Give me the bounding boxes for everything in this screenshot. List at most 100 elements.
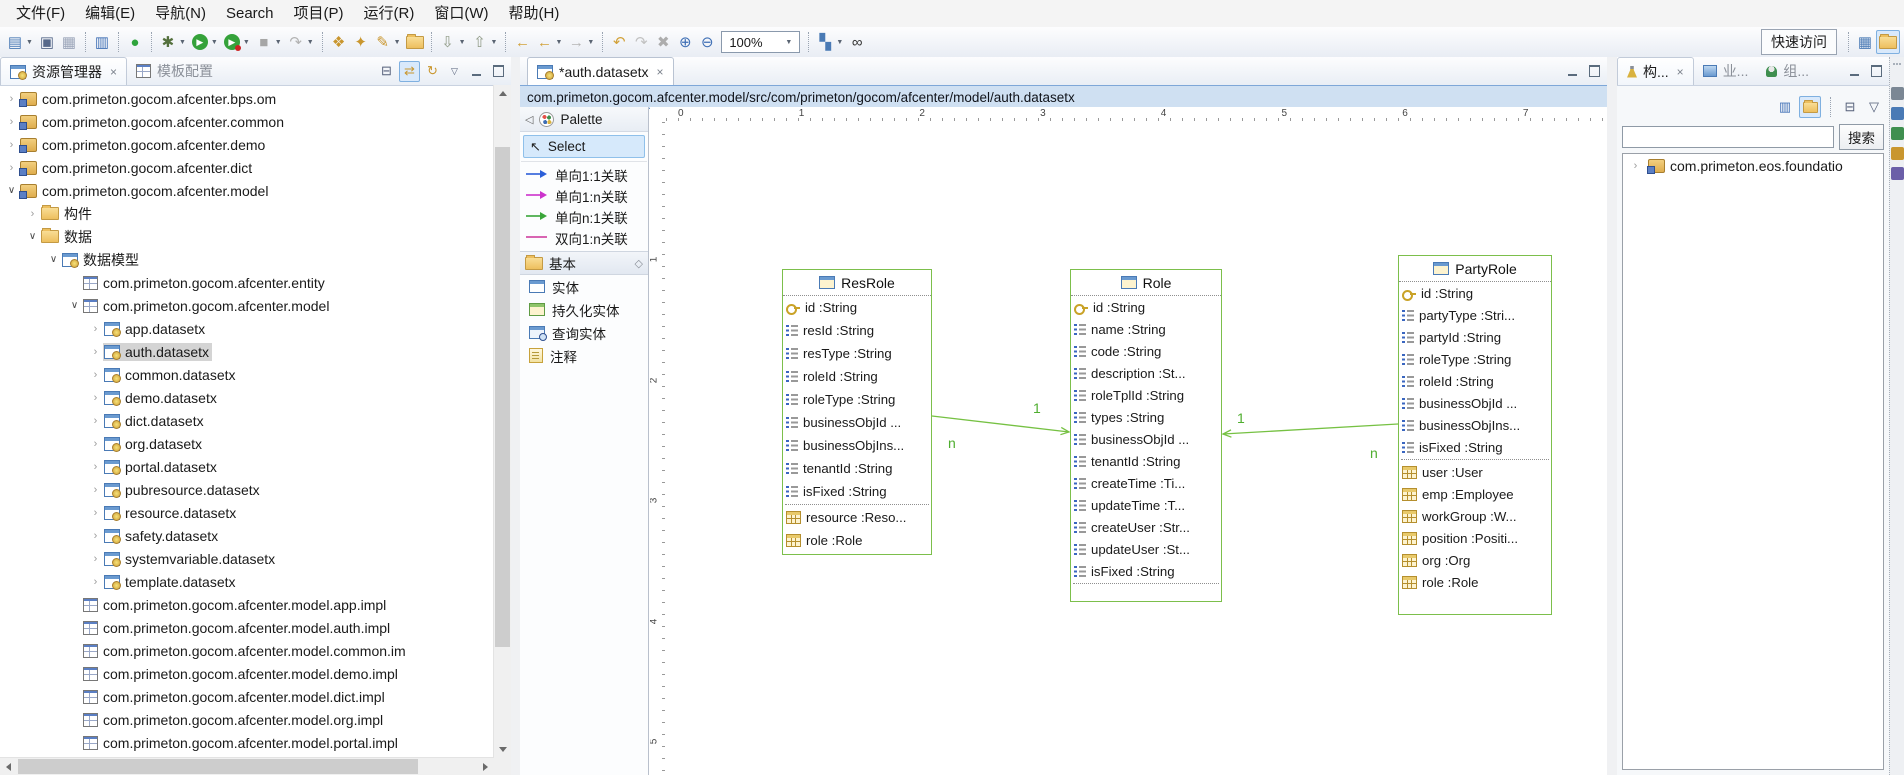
entity-attribute-row[interactable]: businessObjId ... (1071, 428, 1221, 450)
entity-attribute-row[interactable]: tenantId :String (1071, 450, 1221, 472)
expand-icon[interactable]: › (88, 484, 103, 496)
entity-attribute-row[interactable]: types :String (1071, 406, 1221, 428)
palette-tool-双向1-n关联[interactable]: 双向1:n关联 (520, 227, 648, 248)
palette-tool-单向1-n关联[interactable]: 单向1:n关联 (520, 185, 648, 206)
entity-attribute-row[interactable]: name :String (1071, 318, 1221, 340)
expand-icon[interactable]: › (88, 346, 103, 358)
palette-tool-select[interactable]: ↖ Select (523, 135, 645, 158)
tab-components[interactable]: 构... × (1617, 57, 1694, 85)
entity-attribute-row[interactable]: resType :String (783, 342, 931, 365)
close-icon[interactable]: × (657, 65, 664, 79)
view-menu-icon[interactable]: ▽ (1864, 97, 1884, 117)
forward-icon[interactable]: → (565, 31, 587, 53)
stop-icon[interactable]: ■ (253, 31, 275, 53)
entity-attribute-row[interactable]: roleType :String (783, 388, 931, 411)
menu-file[interactable]: 文件(F) (6, 0, 75, 27)
right-sash[interactable] (1607, 57, 1617, 775)
tree-item-template-datasetx[interactable]: ›template.datasetx (0, 570, 494, 593)
collapse-icon[interactable]: ∨ (46, 254, 61, 265)
scrollbar-thumb[interactable] (18, 759, 418, 774)
redo-icon[interactable]: ↷ (630, 31, 652, 53)
tree-item-eos-foundation[interactable]: › com.primeton.eos.foundatio (1623, 154, 1883, 178)
tree-item-org-datasetx[interactable]: ›org.datasetx (0, 432, 494, 455)
package-icon[interactable]: ❖ (328, 31, 350, 53)
entity-attribute-row[interactable]: roleId :String (1399, 370, 1551, 392)
entity-attribute-row[interactable]: businessObjIns... (1399, 414, 1551, 436)
editor-tab-auth-datasetx[interactable]: *auth.datasetx × (527, 57, 674, 85)
tab-organization[interactable]: 组... (1757, 57, 1818, 85)
entity-partyrole[interactable]: PartyRoleid :StringpartyType :Stri...par… (1398, 255, 1552, 615)
scroll-right-icon[interactable] (477, 758, 494, 775)
scroll-down-icon[interactable] (494, 741, 511, 758)
tree-item-构件[interactable]: ›构件 (0, 202, 494, 225)
expand-icon[interactable]: › (88, 392, 103, 404)
tree-item-com-primeton-gocom-afcenter-model-org-impl[interactable]: com.primeton.gocom.afcenter.model.org.im… (0, 708, 494, 731)
menu-project[interactable]: 项目(P) (284, 0, 354, 27)
entity-reference-row[interactable]: role :Role (1399, 571, 1551, 593)
step-icon[interactable]: ↷ (285, 31, 307, 53)
entity-attribute-row[interactable]: id :String (1399, 282, 1551, 304)
entity-attribute-row[interactable]: businessObjIns... (783, 434, 931, 457)
expand-icon[interactable]: › (88, 415, 103, 427)
tab-template-config[interactable]: 模板配置 (127, 57, 222, 85)
group-by-folder-icon[interactable] (1799, 96, 1821, 118)
import-icon[interactable]: ⇩ (437, 31, 459, 53)
tree-item-app-datasetx[interactable]: ›app.datasetx (0, 317, 494, 340)
entity-reference-row[interactable]: user :User (1399, 461, 1551, 483)
view-menu-icon[interactable]: ▽ (445, 62, 464, 81)
scrollbar-thumb[interactable] (495, 147, 510, 647)
minimize-icon[interactable] (467, 62, 486, 81)
console-icon[interactable]: ▥ (91, 31, 113, 53)
tree-horizontal-scrollbar[interactable] (0, 757, 494, 775)
entity-reference-row[interactable]: position :Positi... (1399, 527, 1551, 549)
collapse-icon[interactable]: ∨ (25, 231, 40, 242)
tree-item-com-primeton-gocom-afcenter-model-auth-impl[interactable]: com.primeton.gocom.afcenter.model.auth.i… (0, 616, 494, 639)
entity-attribute-row[interactable]: roleTplId :String (1071, 384, 1221, 406)
expand-icon[interactable]: › (88, 553, 103, 565)
resrole-role-association[interactable]: 1n (932, 400, 1069, 451)
tree-item-数据[interactable]: ∨数据 (0, 225, 494, 248)
palette-tool-单向n-1关联[interactable]: 单向n:1关联 (520, 206, 648, 227)
minimized-view-icon-4[interactable] (1891, 147, 1904, 160)
pin-icon[interactable]: ◇ (635, 257, 643, 270)
palette-tool-查询实体[interactable]: 查询实体 (520, 321, 648, 344)
strip-handle[interactable] (1893, 63, 1901, 79)
left-sash[interactable] (511, 57, 520, 775)
entity-reference-row[interactable]: resource :Reso... (783, 506, 931, 529)
back-history-icon[interactable]: ← (533, 31, 555, 53)
maximize-icon[interactable] (489, 62, 508, 81)
minimized-view-icon-3[interactable] (1891, 127, 1904, 140)
expand-icon[interactable]: › (88, 507, 103, 519)
entity-attribute-row[interactable]: partyType :Stri... (1399, 304, 1551, 326)
link-with-editor-icon[interactable]: ⇄ (399, 61, 420, 82)
entity-attribute-row[interactable]: id :String (1071, 296, 1221, 318)
save-all-icon[interactable]: ▦ (58, 31, 80, 53)
maximize-icon[interactable] (1585, 62, 1604, 81)
save-icon[interactable]: ▣ (36, 31, 58, 53)
entity-attribute-row[interactable]: isFixed :String (1399, 436, 1551, 458)
minimize-icon[interactable] (1563, 62, 1582, 81)
new-wizard-icon[interactable]: ▤ (4, 31, 26, 53)
menu-window[interactable]: 窗口(W) (424, 0, 498, 27)
minimize-icon[interactable] (1845, 62, 1864, 81)
entity-attribute-row[interactable]: id :String (783, 296, 931, 319)
zoom-level-combo[interactable]: 100%▼ (721, 31, 800, 53)
menu-help[interactable]: 帮助(H) (499, 0, 570, 27)
tree-item-pubresource-datasetx[interactable]: ›pubresource.datasetx (0, 478, 494, 501)
entity-attribute-row[interactable]: description :St... (1071, 362, 1221, 384)
entity-attribute-row[interactable]: businessObjId ... (783, 411, 931, 434)
tree-item-com-primeton-gocom-afcenter-demo[interactable]: ›com.primeton.gocom.afcenter.demo (0, 133, 494, 156)
tree-item-com-primeton-gocom-afcenter-model-app-impl[interactable]: com.primeton.gocom.afcenter.model.app.im… (0, 593, 494, 616)
resource-perspective-icon[interactable] (1876, 30, 1900, 54)
expand-icon[interactable]: › (4, 162, 19, 174)
entity-reference-row[interactable]: emp :Employee (1399, 483, 1551, 505)
close-icon[interactable]: × (110, 65, 117, 79)
entity-header[interactable]: Role (1071, 270, 1221, 296)
show-components-icon[interactable]: ▥ (1775, 97, 1795, 117)
menu-navigate[interactable]: 导航(N) (145, 0, 216, 27)
entity-reference-row[interactable]: org :Org (1399, 549, 1551, 571)
expand-icon[interactable]: › (4, 93, 19, 105)
entity-attribute-row[interactable]: updateUser :St... (1071, 538, 1221, 560)
scroll-up-icon[interactable] (494, 85, 511, 102)
expand-icon[interactable]: › (4, 116, 19, 128)
